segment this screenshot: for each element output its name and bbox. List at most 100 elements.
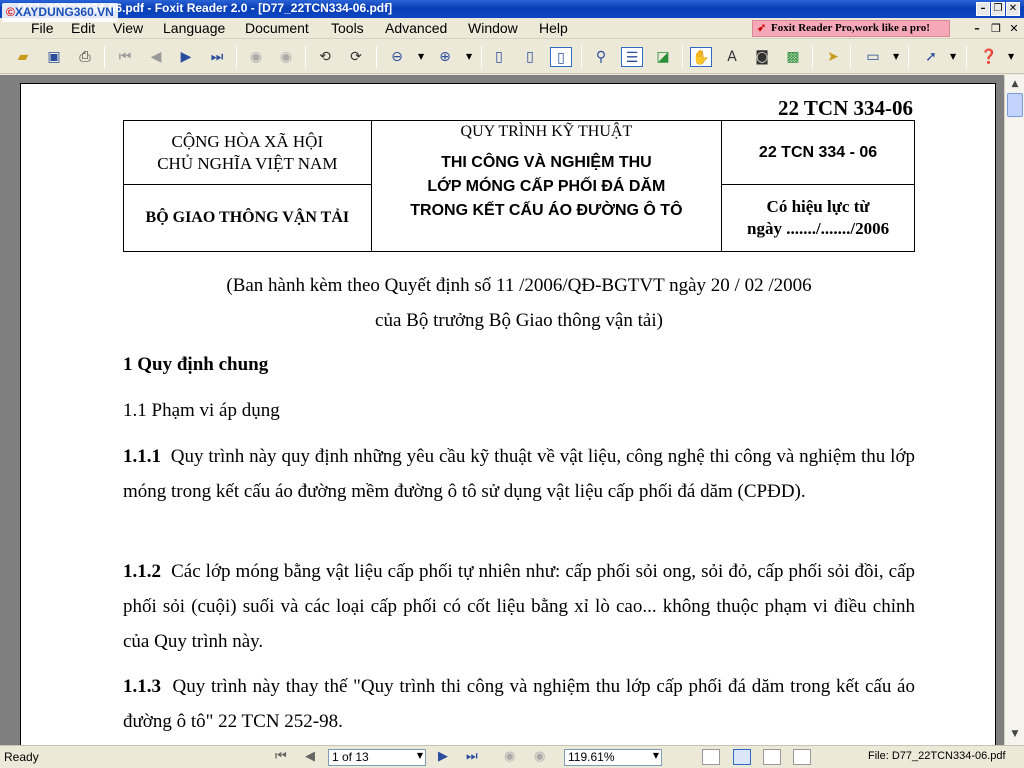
last-page-button[interactable]: ⏭	[206, 47, 228, 67]
chevron-down-icon[interactable]: ▼	[950, 52, 956, 61]
foxit-reader-window: D77_22TCN334-06.pdf - Foxit Reader 2.0 -…	[0, 0, 1024, 768]
zoom-in-button[interactable]: ⊕	[434, 47, 456, 67]
toolbar-separator	[481, 46, 482, 68]
back-button[interactable]: ◉	[245, 47, 267, 67]
chevron-down-icon[interactable]: ▼	[418, 52, 424, 61]
scroll-down-button[interactable]: ▼	[1008, 727, 1022, 741]
chevron-down-icon[interactable]: ▼	[893, 52, 899, 61]
chevron-down-icon[interactable]: ▼	[1008, 52, 1014, 61]
doc-restore-button[interactable]: ❐	[989, 22, 1003, 36]
toolbar-separator	[581, 46, 582, 68]
chevron-down-icon[interactable]: ▼	[417, 751, 423, 760]
header-table: CỘNG HÒA XÃ HỘI CHỦ NGHĨA VIỆT NAM QUY T…	[123, 120, 915, 252]
rotate-left-button[interactable]: ⟲	[314, 47, 336, 67]
header-ministry-cell: BỘ GIAO THÔNG VẬN TẢI	[123, 184, 372, 252]
header-effective-cell: Có hiệu lực từ ngày ......./......./2006	[721, 184, 915, 252]
document-view[interactable]: 22 TCN 334-06 CỘNG HÒA XÃ HỘI CHỦ NGHĨA …	[0, 75, 1004, 745]
scroll-up-button[interactable]: ▲	[1008, 77, 1022, 91]
fit-page-button[interactable]: ▯	[519, 47, 541, 67]
single-page-view-button[interactable]	[702, 749, 720, 765]
menu-view[interactable]: View	[113, 20, 143, 36]
prev-page-status-button[interactable]: ◀	[305, 749, 315, 765]
zoom-out-button[interactable]: ⊖	[386, 47, 408, 67]
actual-size-button[interactable]: ▯	[488, 47, 510, 67]
image-button[interactable]: ▩	[782, 47, 804, 67]
forward-status-button[interactable]: ◉	[534, 749, 545, 765]
forward-button[interactable]: ◉	[275, 47, 297, 67]
close-icon: ✕	[1008, 3, 1018, 14]
forward-icon: ◉	[279, 49, 293, 65]
save-button[interactable]: ▣	[43, 47, 65, 67]
copyright-icon: ©	[6, 5, 15, 19]
continuous-view-button[interactable]	[733, 749, 751, 765]
rotate-right-button[interactable]: ⟳	[345, 47, 367, 67]
help-button[interactable]: ❓	[978, 47, 1000, 67]
close-button[interactable]: ✕	[1006, 2, 1020, 16]
back-status-button[interactable]: ◉	[504, 749, 515, 765]
arrow-tool-button[interactable]: ➚	[920, 47, 942, 67]
fit-width-button[interactable]: ▯	[550, 47, 572, 67]
menu-file[interactable]: File	[31, 20, 54, 36]
menu-advanced[interactable]: Advanced	[385, 20, 447, 36]
help-icon: ❓	[980, 49, 998, 65]
menu-bar: File Edit View Language Document Tools A…	[0, 18, 1024, 39]
maximize-icon: ❐	[993, 3, 1003, 14]
print-button[interactable]: ⎙	[74, 47, 96, 67]
menu-window[interactable]: Window	[468, 20, 518, 36]
section-heading-1-1: 1.1 Phạm vi áp dụng	[123, 400, 280, 421]
vertical-scrollbar[interactable]: ▲ ▼	[1004, 75, 1024, 745]
chevron-down-icon[interactable]: ▼	[466, 52, 472, 61]
annotation-icon: ▭	[866, 49, 880, 65]
promo-icon: ➶	[757, 22, 767, 34]
find-icon: ⚲	[595, 49, 607, 65]
open-icon: ▰	[17, 49, 29, 65]
prev-page-icon: ◀	[150, 49, 162, 65]
chevron-up-icon: ▲	[1011, 79, 1019, 89]
first-page-icon: ⏮	[118, 49, 132, 65]
next-page-status-button[interactable]: ▶	[438, 749, 448, 765]
hand-tool-button[interactable]: ✋	[690, 47, 712, 67]
chevron-down-icon[interactable]: ▼	[653, 751, 659, 760]
menu-document[interactable]: Document	[245, 20, 309, 36]
header-title-cell: QUY TRÌNH KỸ THUẬT THI CÔNG VÀ NGHIỆM TH…	[370, 120, 723, 252]
text-select-button[interactable]: A	[721, 47, 743, 67]
toolbar-separator	[850, 46, 851, 68]
continuous-facing-view-button[interactable]	[793, 749, 811, 765]
menu-edit[interactable]: Edit	[71, 20, 95, 36]
maximize-button[interactable]: ❐	[991, 2, 1005, 16]
back-icon: ◉	[504, 749, 516, 764]
snapshot-button[interactable]: ◙	[751, 47, 773, 67]
menu-language[interactable]: Language	[163, 20, 225, 36]
first-page-status-button[interactable]: ⏮	[275, 749, 287, 765]
next-page-button[interactable]: ▶	[175, 47, 197, 67]
promo-banner[interactable]: ➶ Foxit Reader Pro,work like a pro!	[752, 20, 950, 37]
fit-page-icon: ▯	[526, 49, 534, 65]
prev-page-button[interactable]: ◀	[145, 47, 167, 67]
back-icon: ◉	[249, 49, 263, 65]
text-select-icon: A	[727, 49, 737, 65]
fit-width-icon: ▯	[557, 50, 565, 66]
scroll-thumb[interactable]	[1007, 93, 1023, 117]
paragraph-1-1-3: 1.1.3 Quy trình này thay thế "Quy trình …	[123, 676, 915, 732]
next-page-icon: ▶	[180, 49, 192, 65]
page-number-field[interactable]: 1 of 13 ▼	[328, 749, 426, 766]
header-code-cell: 22 TCN 334 - 06	[721, 120, 915, 185]
select-button[interactable]: ➤	[822, 47, 844, 67]
find-button[interactable]: ⚲	[590, 47, 612, 67]
chevron-down-icon: ▼	[1011, 729, 1019, 739]
doc-minimize-button[interactable]: –	[970, 22, 984, 36]
document-code: 22 TCN 334-06	[778, 96, 913, 120]
facing-button[interactable]: ◪	[652, 47, 674, 67]
menu-help[interactable]: Help	[539, 20, 568, 36]
last-page-status-button[interactable]: ⏭	[466, 749, 478, 765]
open-button[interactable]: ▰	[12, 47, 34, 67]
minimize-button[interactable]: –	[976, 2, 990, 16]
menu-tools[interactable]: Tools	[331, 20, 364, 36]
continuous-button[interactable]: ☰	[621, 47, 643, 67]
zoom-field[interactable]: 119.61% ▼	[564, 749, 662, 766]
toolbar-separator	[305, 46, 306, 68]
annotation-button[interactable]: ▭	[862, 47, 884, 67]
facing-view-button[interactable]	[763, 749, 781, 765]
first-page-button[interactable]: ⏮	[114, 47, 136, 67]
doc-close-button[interactable]: ✕	[1007, 22, 1021, 36]
